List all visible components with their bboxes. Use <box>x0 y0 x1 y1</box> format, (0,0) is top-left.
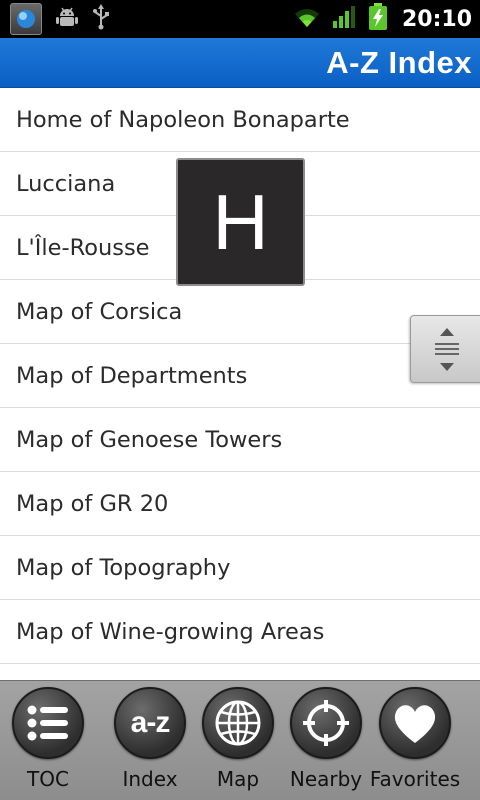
signal-icon <box>332 5 358 33</box>
wifi-icon <box>292 5 322 33</box>
notification-icons <box>10 3 110 35</box>
list-item[interactable]: Map of Wine-growing Areas <box>0 600 480 664</box>
android-debug-icon <box>56 5 78 33</box>
list-item[interactable]: Map of Departments <box>0 344 480 408</box>
tab-label: Favorites <box>369 767 461 791</box>
page-title: A-Z Index <box>326 45 472 80</box>
tab-label: Nearby <box>289 767 363 791</box>
az-index-icon: a-z <box>114 687 186 759</box>
tab-label: Map <box>216 767 260 791</box>
status-bar: 20:10 <box>0 0 480 38</box>
list-item[interactable]: Map of Genoese Towers <box>0 408 480 472</box>
tab-label: Index <box>122 767 178 791</box>
app-thumbnail-icon <box>10 3 42 35</box>
list-item[interactable]: Map of GR 20 <box>0 472 480 536</box>
toc-list-icon <box>12 687 84 759</box>
heart-icon <box>379 687 451 759</box>
status-time: 20:10 <box>401 6 472 32</box>
battery-charging-icon <box>368 3 388 35</box>
tab-nearby[interactable]: Nearby <box>281 687 371 797</box>
az-glyph: a-z <box>130 706 171 739</box>
title-bar: A-Z Index <box>0 38 480 88</box>
crosshair-icon <box>290 687 362 759</box>
bottom-tab-bar: TOC a-z Index Map Nearby Favorites <box>0 680 480 800</box>
list-item[interactable]: Home of Napoleon Bonaparte <box>0 88 480 152</box>
fast-scroll-grip-icon <box>435 328 459 371</box>
system-icons: 20:10 <box>292 3 472 35</box>
section-letter-overlay: H <box>176 158 305 286</box>
fast-scroll-thumb[interactable] <box>410 315 480 383</box>
tab-map[interactable]: Map <box>193 687 283 797</box>
tab-favorites[interactable]: Favorites <box>370 687 460 797</box>
list-item[interactable]: Map of Corsica <box>0 280 480 344</box>
usb-icon <box>92 4 110 34</box>
tab-index[interactable]: a-z Index <box>105 687 195 797</box>
list-item[interactable]: Map of Topography <box>0 536 480 600</box>
globe-icon <box>202 687 274 759</box>
tab-label: TOC <box>27 767 69 791</box>
tab-toc[interactable]: TOC <box>3 687 93 797</box>
